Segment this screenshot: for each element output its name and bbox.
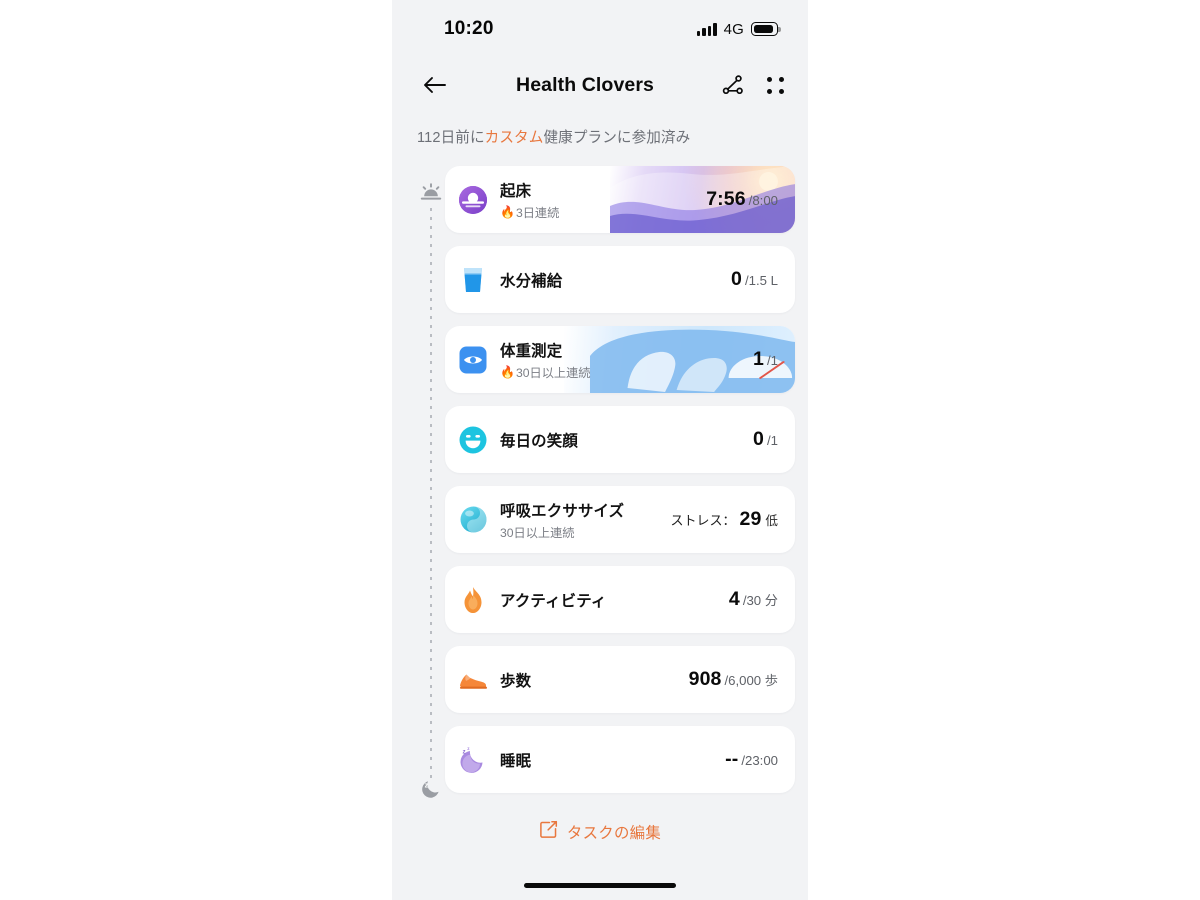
edit-tasks-button[interactable]: タスクの編集 [405, 820, 795, 844]
task-streak-label: 3日連続 [515, 205, 560, 220]
task-text-weight: 体重測定 🔥 30日以上連続 [500, 339, 753, 381]
task-streak-label: 30日以上連続 [515, 365, 591, 380]
task-text-sleep: 睡眠 [500, 749, 725, 771]
subtitle-prefix: 112日前に [417, 130, 485, 146]
task-value: 29 [739, 508, 762, 530]
task-unit: /8:00 [748, 193, 778, 208]
task-card-smile[interactable]: 毎日の笑顔 0 /1 [445, 406, 795, 473]
subtitle-suffix: 健康プランに参加済み [543, 130, 691, 146]
share-node-icon[interactable] [720, 72, 746, 98]
task-unit: /1 [767, 353, 778, 368]
network-type-label: 4G [723, 20, 744, 38]
task-card-activity[interactable]: アクティビティ 4 /30 分 [445, 566, 795, 633]
task-value: -- [725, 748, 739, 770]
task-unit: /23:00 [741, 753, 778, 768]
task-value-steps: 908 /6,000 歩 [689, 668, 778, 691]
task-value: 908 [688, 668, 722, 690]
task-value-wake-up: 7:56 /8:00 [706, 188, 778, 211]
moon-sleep-icon: z [418, 776, 444, 802]
edit-square-pencil-icon [539, 820, 558, 844]
task-card-weight[interactable]: 体重測定 🔥 30日以上連続 1 /1 [445, 326, 795, 393]
svg-text:z: z [467, 746, 470, 751]
task-streak-label: 30日以上連続 [500, 525, 575, 540]
task-value-smile: 0 /1 [753, 428, 778, 451]
task-title: 毎日の笑顔 [500, 432, 578, 450]
water-glass-icon [457, 264, 489, 296]
sleeping-moon-icon: z z [457, 744, 489, 776]
task-text-smile: 毎日の笑顔 [500, 429, 753, 451]
status-time: 10:20 [444, 18, 494, 39]
grid-dots-icon[interactable] [762, 72, 788, 98]
task-value: 0 [753, 428, 764, 450]
status-indicators: 4G [696, 20, 781, 38]
timeline-dotted-line [430, 208, 432, 778]
flame-icon [457, 584, 489, 616]
task-title: 水分補給 [500, 272, 563, 290]
day-timeline: z [418, 166, 444, 844]
task-text-breathing: 呼吸エクササイズ 30日以上連続 [500, 499, 671, 541]
task-unit: /6,000 歩 [724, 673, 778, 688]
svg-text:z: z [425, 783, 429, 790]
phone-screen: 10:20 4G Health Clovers 112日前にカスタム健康プランに… [392, 0, 808, 900]
task-unit: /1.5 L [745, 273, 778, 288]
signal-bars-icon [696, 22, 717, 36]
task-title: 起床 [500, 182, 532, 200]
page-title: Health Clovers [516, 73, 654, 96]
flame-icon: 🔥 [500, 204, 515, 219]
task-text-activity: アクティビティ [500, 589, 729, 611]
task-value-hydration: 0 /1.5 L [731, 268, 778, 291]
task-value: 1 [753, 348, 764, 370]
home-indicator [524, 883, 676, 888]
task-title: 呼吸エクササイズ [500, 502, 625, 520]
sunrise-icon [418, 180, 444, 206]
navigation-bar: Health Clovers [392, 58, 808, 112]
plan-join-subtitle: 112日前にカスタム健康プランに参加済み [392, 112, 808, 147]
task-title: アクティビティ [500, 592, 607, 610]
task-streak: 🔥 3日連続 [500, 203, 706, 221]
task-value-breathing: ストレス： 29 低 [671, 508, 779, 531]
task-value: 4 [728, 588, 740, 610]
task-cards: 起床 🔥 3日連続 7:56 /8:00 水分補給 0 /1.5 L 体重測定 … [445, 166, 795, 793]
back-arrow-icon[interactable] [416, 66, 454, 104]
task-value-suffix: 低 [765, 514, 778, 528]
weight-scale-icon [457, 344, 489, 376]
task-text-hydration: 水分補給 [500, 269, 731, 291]
smile-face-icon [457, 424, 489, 456]
battery-icon [751, 22, 781, 36]
task-card-steps[interactable]: 歩数 908 /6,000 歩 [445, 646, 795, 713]
nav-actions [720, 72, 788, 98]
task-value-sleep: -- /23:00 [725, 748, 778, 771]
task-streak: 30日以上連続 [500, 523, 671, 541]
task-title: 歩数 [500, 672, 532, 690]
sunrise-circle-icon [457, 184, 489, 216]
task-unit: /30 分 [742, 593, 778, 608]
status-bar: 10:20 4G [392, 0, 808, 58]
flame-icon: 🔥 [500, 364, 515, 379]
svg-text:z: z [463, 748, 466, 755]
task-card-hydration[interactable]: 水分補給 0 /1.5 L [445, 246, 795, 313]
task-value-label: ストレス： [670, 513, 736, 528]
task-streak: 🔥 30日以上連続 [500, 363, 753, 381]
task-value-activity: 4 /30 分 [729, 588, 778, 611]
task-value-weight: 1 /1 [753, 348, 778, 371]
task-value: 0 [731, 268, 742, 290]
task-list-area: z 起床 🔥 3日連続 7:56 /8:00 水分補給 0 /1.5 L 体重測… [392, 147, 808, 844]
task-unit: /1 [767, 433, 778, 448]
task-title: 体重測定 [500, 342, 563, 360]
task-text-steps: 歩数 [500, 669, 689, 691]
task-card-breathing[interactable]: 呼吸エクササイズ 30日以上連続 ストレス： 29 低 [445, 486, 795, 553]
task-value: 7:56 [706, 188, 746, 210]
edit-tasks-label: タスクの編集 [566, 825, 662, 842]
running-shoe-icon [457, 664, 489, 696]
task-card-sleep[interactable]: z z 睡眠 -- /23:00 [445, 726, 795, 793]
subtitle-highlight: カスタム [484, 130, 544, 146]
task-title: 睡眠 [500, 752, 532, 770]
task-text-wake-up: 起床 🔥 3日連続 [500, 179, 706, 221]
task-card-wake-up[interactable]: 起床 🔥 3日連続 7:56 /8:00 [445, 166, 795, 233]
breathing-sphere-icon [457, 504, 489, 536]
screenshot-canvas: 10:20 4G Health Clovers 112日前にカスタム健康プランに… [0, 0, 1200, 900]
